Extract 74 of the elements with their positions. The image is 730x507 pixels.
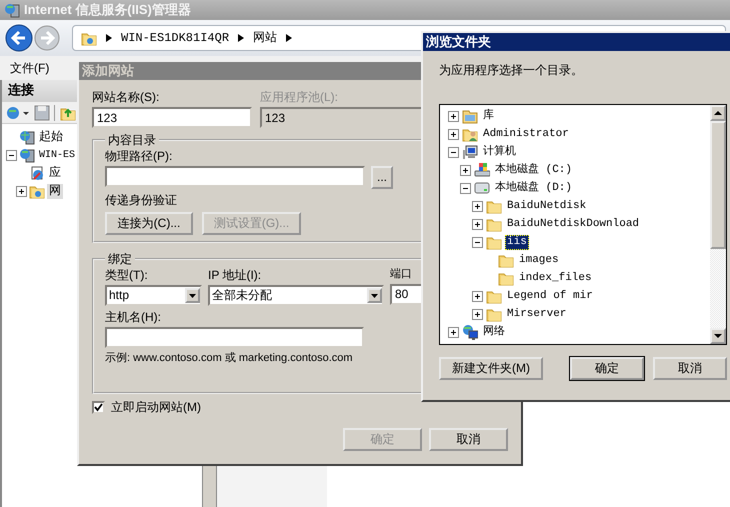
field-label: 传递身份验证 — [105, 193, 177, 208]
tree-item[interactable]: Administrator — [481, 126, 571, 142]
tree-item[interactable]: 库 — [481, 108, 496, 124]
dialog-button[interactable]: 新建文件夹(M) — [439, 357, 543, 380]
expand-icon[interactable] — [472, 218, 483, 230]
expand-icon[interactable] — [16, 186, 27, 196]
library-folder-icon — [462, 108, 478, 124]
collapse-icon[interactable] — [6, 150, 17, 160]
tree-item[interactable]: WIN-ES — [37, 148, 78, 162]
type-dropdown[interactable]: http — [105, 285, 202, 306]
globe-dropdown-icon[interactable] — [6, 104, 30, 120]
drive-icon — [474, 180, 490, 196]
tree-item[interactable]: BaiduNetdisk — [505, 198, 588, 214]
save-icon[interactable] — [34, 104, 50, 120]
dialog-button[interactable]: 取消 — [653, 357, 727, 380]
tree-item[interactable]: Mirserver — [505, 306, 568, 322]
field-label: IP 地址(I): — [208, 268, 262, 283]
expand-icon[interactable] — [448, 326, 459, 338]
collapse-icon[interactable] — [460, 182, 471, 194]
checkbox[interactable] — [92, 401, 105, 414]
window-title: Internet 信息服务(IIS)管理器 — [24, 2, 191, 18]
chevron-icon[interactable] — [237, 33, 246, 43]
tree-item[interactable]: 网 — [47, 184, 63, 198]
breadcrumb-item[interactable]: WIN-ES1DK81I4QR — [121, 30, 230, 46]
group-title: 绑定 — [107, 252, 133, 266]
tree-item[interactable]: BaiduNetdiskDownload — [505, 216, 642, 232]
tree-item[interactable]: images — [517, 252, 561, 268]
dialog-button[interactable]: 取消 — [429, 428, 508, 451]
field-label: 应用程序池(L): — [260, 90, 339, 105]
system-drive-icon — [474, 162, 490, 178]
expand-icon[interactable] — [472, 308, 483, 320]
tree-item[interactable]: 计算机 — [481, 144, 518, 160]
expand-icon[interactable] — [448, 110, 459, 122]
ip-address-dropdown[interactable]: 全部未分配 — [208, 285, 384, 306]
dialog-button[interactable]: 确定 — [570, 357, 644, 380]
tree-item[interactable]: 本地磁盘 (D:) — [493, 180, 574, 196]
tree-item[interactable]: 应 — [47, 166, 63, 180]
checkbox-label: 立即启动网站(M) — [111, 400, 201, 415]
breadcrumb-item[interactable]: 网站 — [253, 30, 278, 46]
tree-item[interactable]: index_files — [517, 270, 594, 286]
group-title: 内容目录 — [107, 133, 157, 147]
chevron-icon[interactable] — [285, 33, 294, 43]
separator-icon — [54, 104, 56, 120]
dialog-button[interactable]: 连接为(C)... — [105, 212, 193, 235]
back-button[interactable] — [4, 23, 34, 53]
physical-path-field[interactable] — [105, 166, 365, 187]
menu-item[interactable]: 文件(F) — [10, 60, 50, 76]
network-icon — [462, 324, 478, 340]
expand-icon[interactable] — [460, 164, 471, 176]
field-label: 主机名(H): — [105, 310, 161, 325]
dialog-title: 浏览文件夹 — [423, 33, 730, 51]
expand-icon[interactable] — [448, 128, 459, 140]
field-label: 物理路径(P): — [105, 149, 172, 164]
check-icon — [94, 403, 103, 412]
computer-icon — [462, 144, 478, 160]
collapse-icon[interactable] — [472, 236, 483, 248]
site-name-field[interactable]: 123 — [92, 107, 252, 128]
field-label: 网站名称(S): — [92, 90, 160, 105]
field-label: 端口 — [390, 268, 412, 282]
tree-item[interactable]: 网络 — [481, 324, 507, 340]
field-label: 类型(T): — [105, 268, 149, 283]
chevron-icon[interactable] — [105, 33, 113, 43]
tree-item[interactable]: 起始 — [37, 130, 65, 144]
host-name-field[interactable] — [105, 327, 364, 348]
collapse-icon[interactable] — [448, 146, 459, 158]
expand-icon[interactable] — [472, 290, 483, 302]
tree-item[interactable]: 本地磁盘 (C:) — [493, 162, 574, 178]
browse-button[interactable]: ... — [371, 166, 393, 189]
scrollbar[interactable] — [710, 105, 726, 344]
tree-item[interactable]: Legend of mir — [505, 288, 595, 304]
expand-icon[interactable] — [472, 200, 483, 212]
server-icon — [19, 147, 35, 163]
example-text: 示例: www.contoso.com 或 marketing.contoso.com — [105, 352, 353, 366]
tree-item[interactable]: iis — [505, 234, 529, 250]
